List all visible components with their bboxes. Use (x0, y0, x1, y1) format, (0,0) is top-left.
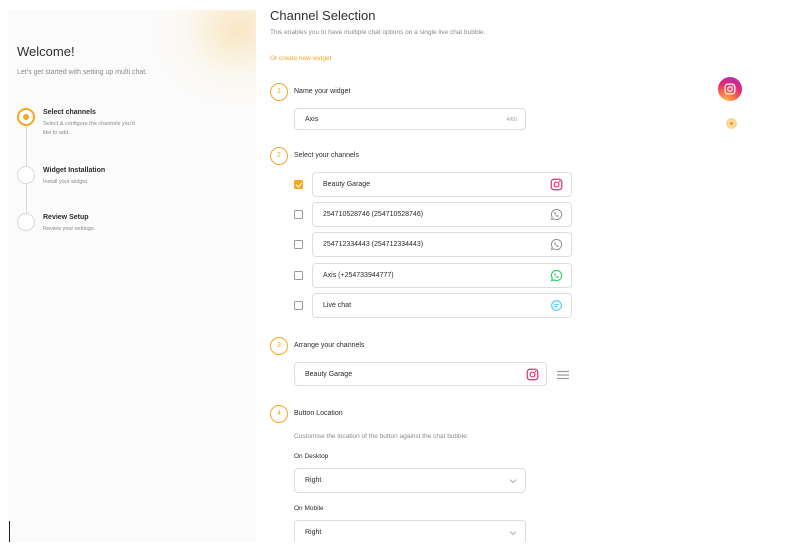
section-label-name-widget: Name your widget (294, 88, 351, 95)
step-description: Review your settings. (43, 226, 96, 232)
welcome-subtitle: Let's get started with setting up multi … (17, 69, 148, 76)
chevron-down-icon (509, 531, 517, 536)
step-title: Review Setup (43, 214, 89, 221)
channel-checkbox[interactable] (294, 240, 303, 249)
channel-name: Beauty Garage (323, 181, 371, 188)
channel-checkbox[interactable] (294, 271, 303, 280)
section-number-2: 2 (270, 147, 288, 165)
channel-row[interactable]: 254710528746 (254710528746) (294, 202, 572, 227)
page-title: Channel Selection (270, 10, 376, 23)
live-chat-icon (551, 300, 562, 311)
channel-checkbox[interactable] (294, 301, 303, 310)
section-number-3: 3 (270, 337, 288, 355)
channel-name: Live chat (323, 302, 352, 309)
widget-name-input[interactable]: Axis 4/60 (294, 108, 526, 130)
channel-option[interactable]: 254710528746 (254710528746) (312, 202, 572, 227)
step-description: Select & configure the channels you'd li… (43, 121, 135, 136)
mobile-location-value: Right (305, 529, 322, 536)
mobile-location-select[interactable]: Right (294, 520, 526, 542)
drag-handle-icon[interactable] (556, 370, 570, 380)
whatsapp-green-icon (550, 269, 563, 282)
step-description: Install your widget. (43, 179, 89, 185)
app-frame: Welcome! Let's get started with setting … (8, 10, 760, 542)
channel-option[interactable]: Live chat (312, 293, 572, 318)
sidebar: Welcome! Let's get started with setting … (8, 10, 256, 542)
channel-row[interactable]: Live chat (294, 293, 572, 318)
preview-close-dot[interactable] (726, 118, 737, 129)
channel-name: Axis (+254733944777) (323, 272, 394, 279)
step-indicator (17, 213, 35, 231)
instagram-chat-bubble[interactable] (718, 77, 742, 101)
step-indicator (17, 166, 35, 184)
page-subtitle: This enables you to have multiple chat o… (270, 29, 486, 36)
main-content: Channel Selection This enables you to ha… (270, 10, 600, 542)
mobile-label: On Mobile (294, 505, 324, 512)
welcome-title: Welcome! (17, 44, 75, 59)
instagram-icon (550, 178, 563, 191)
chevron-down-icon (509, 479, 517, 484)
decorative-glow (148, 10, 256, 110)
channel-name: Beauty Garage (305, 371, 353, 378)
section-number-1: 1 (270, 83, 288, 101)
section-label-button-location: Button Location (294, 410, 343, 417)
section-number-4: 4 (270, 405, 288, 423)
step-title: Widget Installation (43, 167, 106, 174)
channel-name: 254710528746 (254710528746) (323, 211, 424, 218)
desktop-location-select[interactable]: Right (294, 468, 526, 493)
desktop-label: On Desktop (294, 453, 329, 460)
instagram-icon (526, 368, 539, 381)
create-new-widget-link[interactable]: Or create new widget (270, 55, 331, 62)
whatsapp-outline-icon (550, 208, 563, 221)
step-indicator-active (17, 108, 35, 126)
location-hint: Customise the location of the button aga… (294, 433, 469, 440)
desktop-location-value: Right (305, 477, 322, 484)
whatsapp-outline-icon (550, 238, 563, 251)
section-label-arrange-channels: Arrange your channels (294, 342, 365, 349)
arranged-channel-item[interactable]: Beauty Garage (294, 362, 547, 386)
widget-name-value: Axis (305, 116, 319, 123)
channel-row[interactable]: Axis (+254733944777) (294, 263, 572, 288)
text-cursor (9, 521, 11, 542)
channel-checkbox[interactable] (294, 210, 303, 219)
channel-option[interactable]: Beauty Garage (312, 172, 572, 197)
instagram-icon (724, 83, 736, 95)
character-counter: 4/60 (506, 117, 517, 123)
channel-row[interactable]: Beauty Garage (294, 172, 572, 197)
section-label-select-channels: Select your channels (294, 152, 359, 159)
channel-checkbox-checked[interactable] (294, 180, 303, 189)
channel-row[interactable]: 254712334443 (254712334443) (294, 232, 572, 257)
step-title: Select channels (43, 109, 96, 116)
channel-option[interactable]: 254712334443 (254712334443) (312, 232, 572, 257)
channel-name: 254712334443 (254712334443) (323, 241, 424, 248)
channel-option[interactable]: Axis (+254733944777) (312, 263, 572, 288)
